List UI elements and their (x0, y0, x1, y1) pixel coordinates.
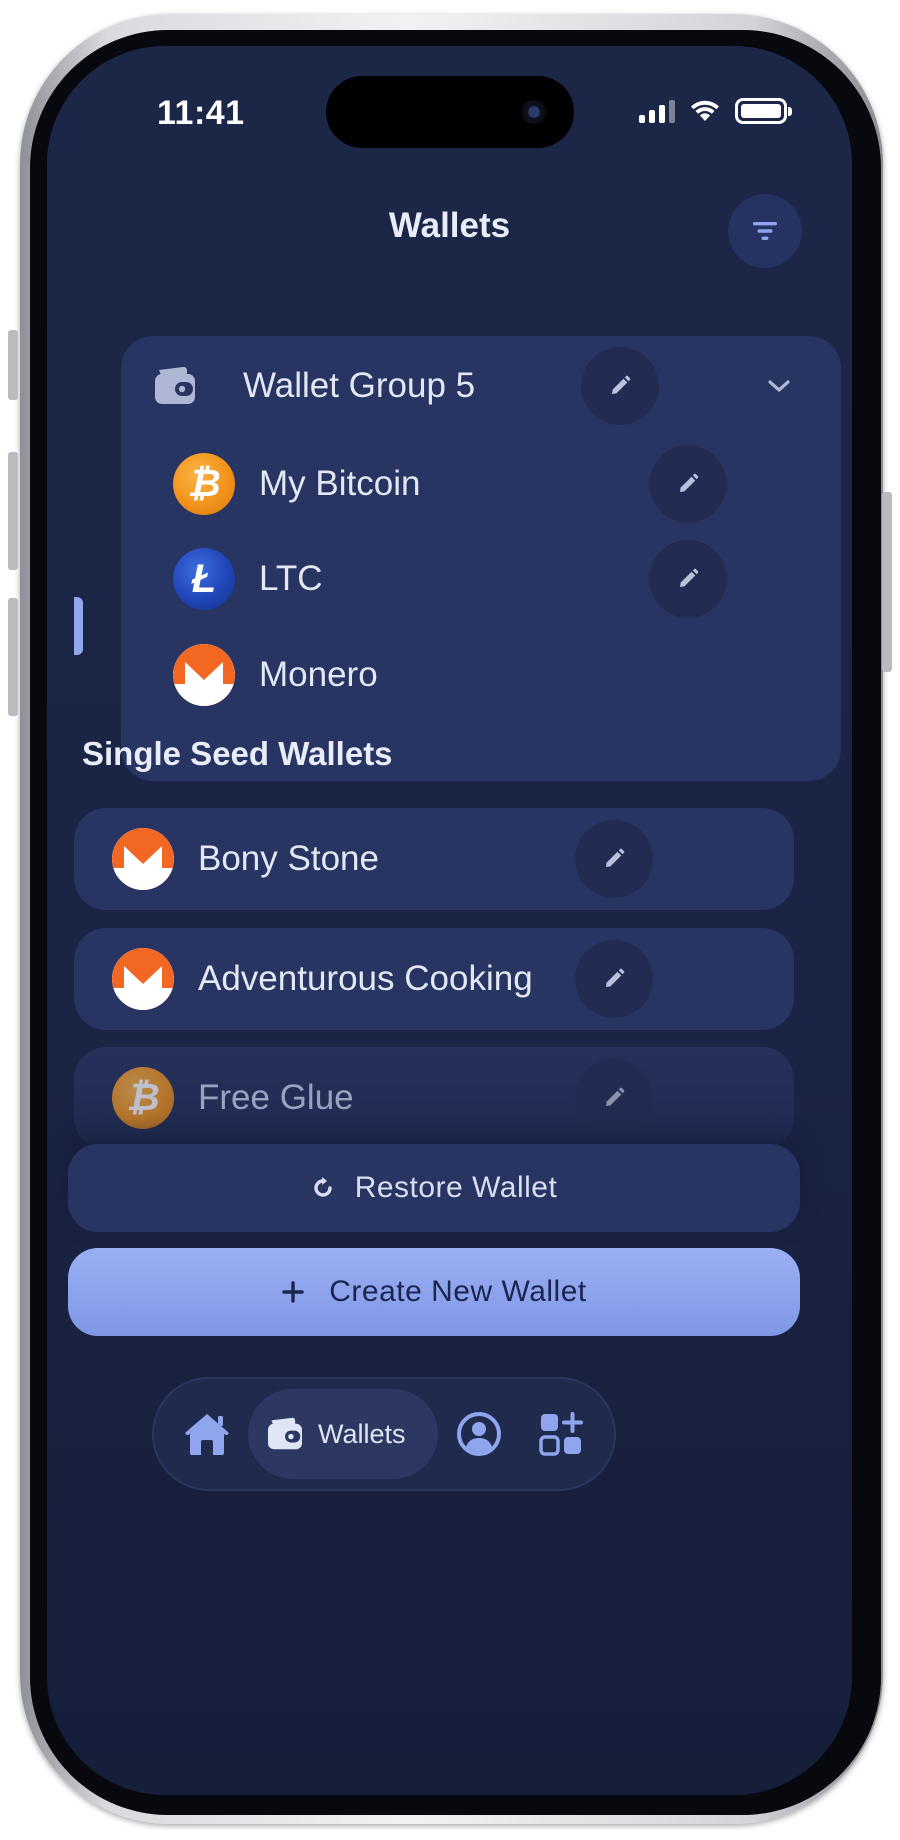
tab-profile[interactable] (448, 1379, 510, 1489)
filter-button[interactable] (728, 194, 802, 268)
wallet-name: Monero (259, 655, 378, 694)
edit-wallet-button[interactable] (575, 820, 653, 898)
action-button (8, 330, 18, 400)
wallet-name: LTC (259, 559, 323, 598)
wallet-group-name: Wallet Group 5 (243, 366, 476, 405)
wallet-row-free-glue[interactable]: ₿ Free Glue (74, 1047, 794, 1149)
cellular-signal-icon (639, 99, 675, 123)
status-time: 11:41 (157, 94, 245, 132)
pencil-icon (680, 473, 699, 492)
bitcoin-icon: ₿ (173, 453, 235, 515)
volume-down-button (8, 598, 18, 716)
monero-icon (112, 828, 174, 890)
tab-wallets[interactable]: Wallets (266, 1379, 426, 1489)
edit-wallet-button[interactable] (575, 1059, 653, 1137)
monero-icon (173, 644, 235, 706)
power-button (882, 492, 892, 672)
pencil-icon (606, 968, 625, 987)
wallet-name: Free Glue (198, 1078, 354, 1117)
chevron-down-icon[interactable] (767, 378, 791, 394)
create-new-wallet-button[interactable]: Create New Wallet (68, 1248, 800, 1336)
app-screen: 11:41 Wallets Wallet Group 5 ₿ My Bitcoi… (47, 46, 852, 1795)
wallet-row-adventurous-cooking[interactable]: Adventurous Cooking (74, 928, 794, 1030)
home-icon (185, 1414, 229, 1455)
wallet-name: Adventurous Cooking (198, 959, 533, 998)
pencil-icon (606, 848, 625, 867)
wifi-icon (691, 100, 719, 121)
restore-wallet-label: Restore Wallet (354, 1171, 558, 1204)
wallet-name: Bony Stone (198, 839, 379, 878)
tab-wallets-label: Wallets (318, 1418, 406, 1449)
battery-icon (735, 98, 792, 124)
camera-icon (522, 100, 546, 124)
volume-up-button (8, 452, 18, 570)
tab-home[interactable] (172, 1379, 242, 1489)
edit-wallet-button[interactable] (649, 445, 727, 523)
edit-group-button[interactable] (581, 347, 659, 425)
wallet-row-my-bitcoin[interactable]: ₿ My Bitcoin (121, 434, 841, 534)
bitcoin-icon: ₿ (112, 1067, 174, 1129)
litecoin-icon: Ł (173, 548, 235, 610)
wallet-row-monero[interactable]: Monero (121, 625, 841, 725)
edit-wallet-button[interactable] (649, 540, 727, 618)
wallet-group-header[interactable]: Wallet Group 5 (121, 336, 841, 436)
wallet-name: My Bitcoin (259, 464, 421, 503)
edit-wallet-button[interactable] (575, 940, 653, 1018)
plus-icon (282, 1281, 304, 1303)
wallet-icon (155, 366, 195, 404)
wallet-icon (268, 1417, 302, 1450)
pencil-icon (612, 375, 631, 394)
wallet-row-ltc[interactable]: Ł LTC (121, 529, 841, 629)
monero-icon (112, 948, 174, 1010)
status-icons (639, 98, 792, 124)
create-new-wallet-label: Create New Wallet (329, 1275, 587, 1308)
bottom-tab-bar: Wallets (152, 1377, 616, 1491)
tab-apps[interactable] (526, 1379, 596, 1489)
profile-icon (457, 1412, 501, 1456)
wallet-row-bony-stone[interactable]: Bony Stone (74, 808, 794, 910)
filter-icon (753, 222, 777, 240)
wallet-group-card: Wallet Group 5 ₿ My Bitcoin Ł LTC Monero (121, 336, 841, 781)
restore-wallet-button[interactable]: Restore Wallet (68, 1144, 800, 1232)
section-title-single-seed: Single Seed Wallets (82, 735, 393, 772)
dynamic-island (326, 76, 574, 148)
refresh-icon (314, 1177, 332, 1197)
active-wallet-indicator (74, 597, 83, 655)
pencil-icon (680, 568, 699, 587)
apps-add-icon (539, 1412, 583, 1456)
pencil-icon (606, 1087, 625, 1106)
